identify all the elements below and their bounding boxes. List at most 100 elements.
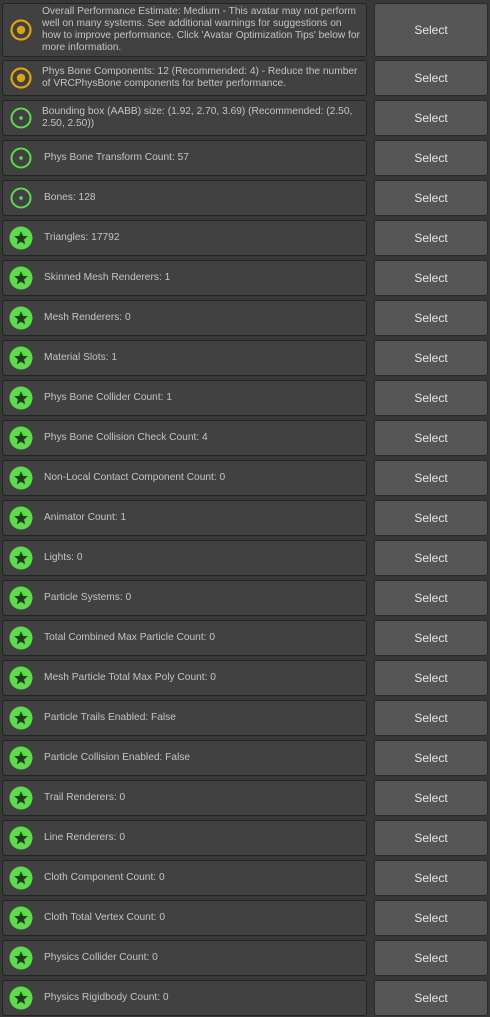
select-button[interactable]: Select [374, 820, 488, 856]
select-button[interactable]: Select [374, 380, 488, 416]
stat-message-text: Overall Performance Estimate: Medium - T… [42, 6, 360, 53]
select-button[interactable]: Select [374, 300, 488, 336]
stat-message-box: Non-Local Contact Component Count: 0 [2, 460, 367, 496]
excellent-star-icon [9, 626, 33, 650]
select-button[interactable]: Select [374, 100, 488, 136]
stat-message-text: Animator Count: 1 [44, 512, 127, 523]
stat-row: Bounding box (AABB) size: (1.92, 2.70, 3… [2, 100, 488, 136]
stat-message-box: Bounding box (AABB) size: (1.92, 2.70, 3… [2, 100, 367, 136]
stat-message-box: Skinned Mesh Renderers: 1 [2, 260, 367, 296]
select-button[interactable]: Select [374, 980, 488, 1016]
stat-message-box: Physics Rigidbody Count: 0 [2, 980, 367, 1016]
excellent-star-icon [9, 306, 33, 330]
select-button[interactable]: Select [374, 860, 488, 896]
select-button[interactable]: Select [374, 220, 488, 256]
excellent-star-icon [9, 826, 33, 850]
stat-message-text: Phys Bone Collider Count: 1 [44, 392, 172, 403]
stat-row: Trail Renderers: 0 Select [2, 780, 488, 816]
excellent-star-icon [9, 906, 33, 930]
stat-message-text: Trail Renderers: 0 [44, 792, 126, 803]
select-button[interactable]: Select [374, 660, 488, 696]
stat-message-text: Particle Trails Enabled: False [44, 712, 176, 723]
select-button[interactable]: Select [374, 620, 488, 656]
good-ring-icon [9, 106, 33, 130]
stat-row: Skinned Mesh Renderers: 1 Select [2, 260, 488, 296]
excellent-star-icon [9, 986, 33, 1010]
stat-message-box: Physics Collider Count: 0 [2, 940, 367, 976]
good-ring-icon [9, 186, 33, 210]
select-button[interactable]: Select [374, 3, 488, 57]
excellent-star-icon [9, 946, 33, 970]
select-button[interactable]: Select [374, 580, 488, 616]
excellent-star-icon [9, 426, 33, 450]
stat-row: Physics Rigidbody Count: 0 Select [2, 980, 488, 1016]
stat-message-box: Trail Renderers: 0 [2, 780, 367, 816]
excellent-star-icon [9, 586, 33, 610]
stat-message-text: Physics Collider Count: 0 [44, 952, 158, 963]
excellent-star-icon [9, 266, 33, 290]
excellent-star-icon [9, 746, 33, 770]
stat-message-box: Phys Bone Collider Count: 1 [2, 380, 367, 416]
select-button[interactable]: Select [374, 460, 488, 496]
stat-message-text: Material Slots: 1 [44, 352, 118, 363]
stat-row: Bones: 128 Select [2, 180, 488, 216]
excellent-star-icon [9, 666, 33, 690]
stat-message-box: Total Combined Max Particle Count: 0 [2, 620, 367, 656]
stat-message-box: Particle Collision Enabled: False [2, 740, 367, 776]
stat-message-box: Cloth Total Vertex Count: 0 [2, 900, 367, 936]
stat-message-box: Mesh Particle Total Max Poly Count: 0 [2, 660, 367, 696]
select-button[interactable]: Select [374, 900, 488, 936]
stat-row: Particle Systems: 0 Select [2, 580, 488, 616]
select-button[interactable]: Select [374, 540, 488, 576]
stat-message-text: Particle Collision Enabled: False [44, 752, 191, 763]
select-button[interactable]: Select [374, 60, 488, 96]
stat-row: Animator Count: 1 Select [2, 500, 488, 536]
good-ring-icon [9, 146, 33, 170]
stat-row: Cloth Component Count: 0 Select [2, 860, 488, 896]
stat-message-box: Cloth Component Count: 0 [2, 860, 367, 896]
excellent-star-icon [9, 786, 33, 810]
stat-message-text: Non-Local Contact Component Count: 0 [44, 472, 226, 483]
stat-message-box: Material Slots: 1 [2, 340, 367, 376]
stat-row: Phys Bone Collision Check Count: 4 Select [2, 420, 488, 456]
stat-message-box: Overall Performance Estimate: Medium - T… [2, 3, 367, 57]
stat-message-text: Cloth Component Count: 0 [44, 872, 165, 883]
stat-message-text: Triangles: 17792 [44, 232, 120, 243]
medium-warning-icon [9, 18, 33, 42]
stat-message-box: Phys Bone Collision Check Count: 4 [2, 420, 367, 456]
select-button[interactable]: Select [374, 180, 488, 216]
stat-message-box: Phys Bone Components: 12 (Recommended: 4… [2, 60, 367, 96]
stat-message-box: Particle Trails Enabled: False [2, 700, 367, 736]
excellent-star-icon [9, 706, 33, 730]
stat-row: Non-Local Contact Component Count: 0 Sele… [2, 460, 488, 496]
select-button[interactable]: Select [374, 420, 488, 456]
stat-message-box: Lights: 0 [2, 540, 367, 576]
stat-message-text: Skinned Mesh Renderers: 1 [44, 272, 171, 283]
stat-message-box: Particle Systems: 0 [2, 580, 367, 616]
select-button[interactable]: Select [374, 140, 488, 176]
select-button[interactable]: Select [374, 340, 488, 376]
stat-row: Cloth Total Vertex Count: 0 Select [2, 900, 488, 936]
select-button[interactable]: Select [374, 780, 488, 816]
stat-message-box: Animator Count: 1 [2, 500, 367, 536]
select-button[interactable]: Select [374, 500, 488, 536]
stat-row: Lights: 0 Select [2, 540, 488, 576]
excellent-star-icon [9, 546, 33, 570]
stat-message-text: Physics Rigidbody Count: 0 [44, 992, 169, 1003]
stat-row: Phys Bone Transform Count: 57 Select [2, 140, 488, 176]
stat-row: Triangles: 17792 Select [2, 220, 488, 256]
select-button[interactable]: Select [374, 700, 488, 736]
stat-message-text: Phys Bone Transform Count: 57 [44, 152, 189, 163]
stat-row: Total Combined Max Particle Count: 0 Sele… [2, 620, 488, 656]
select-button[interactable]: Select [374, 260, 488, 296]
stat-message-text: Particle Systems: 0 [44, 592, 132, 603]
select-button[interactable]: Select [374, 940, 488, 976]
select-button[interactable]: Select [374, 740, 488, 776]
stat-message-box: Phys Bone Transform Count: 57 [2, 140, 367, 176]
stat-row: Physics Collider Count: 0 Select [2, 940, 488, 976]
stat-message-text: Line Renderers: 0 [44, 832, 125, 843]
excellent-star-icon [9, 466, 33, 490]
stat-row: Material Slots: 1 Select [2, 340, 488, 376]
stat-message-text: Mesh Particle Total Max Poly Count: 0 [44, 672, 216, 683]
excellent-star-icon [9, 346, 33, 370]
